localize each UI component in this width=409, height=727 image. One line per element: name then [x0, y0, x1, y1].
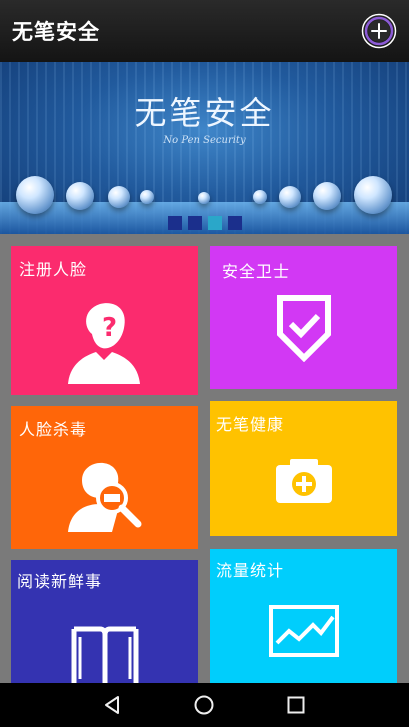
- face-register-icon: ?: [68, 303, 140, 384]
- question-glyph: ?: [102, 313, 117, 343]
- orb-image: [354, 176, 392, 214]
- carousel-dot[interactable]: [208, 216, 222, 230]
- carousel-dot[interactable]: [188, 216, 202, 230]
- orb-image: [279, 186, 301, 208]
- banner-title: 无笔安全: [134, 94, 275, 132]
- book-icon: [71, 626, 139, 683]
- carousel-dot[interactable]: [228, 216, 242, 230]
- face-scan-icon: [68, 462, 142, 532]
- banner-subtitle: No Pen Security: [163, 135, 246, 146]
- orb-image: [253, 190, 267, 204]
- orb-image: [16, 176, 54, 214]
- orb-image: [108, 186, 130, 208]
- shield-check-icon: [277, 295, 331, 362]
- carousel-dot[interactable]: [168, 216, 182, 230]
- medical-kit-icon: [276, 459, 332, 503]
- app-bar: 无笔安全: [0, 0, 409, 62]
- tile-label: 安全卫士: [222, 262, 291, 281]
- back-icon[interactable]: [98, 691, 126, 719]
- banner-floor: [0, 202, 409, 234]
- tile-label: 流量统计: [216, 561, 285, 580]
- tile-traffic-stats[interactable]: 流量统计: [210, 549, 397, 683]
- tile-label: 无笔健康: [216, 415, 285, 434]
- tile-label: 注册人脸: [19, 260, 88, 279]
- tile-read-news[interactable]: 阅读新鲜事: [11, 560, 198, 683]
- system-nav-bar: [0, 683, 409, 727]
- tile-label: 阅读新鲜事: [17, 572, 103, 591]
- tile-health[interactable]: 无笔健康: [210, 401, 397, 536]
- app-title: 无笔安全: [12, 20, 100, 44]
- tile-security-guard[interactable]: 安全卫士: [210, 246, 397, 389]
- tile-label: 人脸杀毒: [19, 420, 88, 439]
- banner-carousel[interactable]: 无笔安全 No Pen Security: [0, 62, 409, 234]
- tile-register-face[interactable]: 注册人脸 ?: [11, 246, 198, 395]
- recents-icon[interactable]: [282, 691, 310, 719]
- home-icon[interactable]: [190, 691, 218, 719]
- orb-image: [313, 182, 341, 210]
- chart-icon: [269, 605, 339, 657]
- orb-image: [140, 190, 154, 204]
- add-icon[interactable]: [361, 13, 397, 49]
- orb-image: [66, 182, 94, 210]
- orb-image: [198, 192, 210, 204]
- tile-face-antivirus[interactable]: 人脸杀毒: [11, 406, 198, 549]
